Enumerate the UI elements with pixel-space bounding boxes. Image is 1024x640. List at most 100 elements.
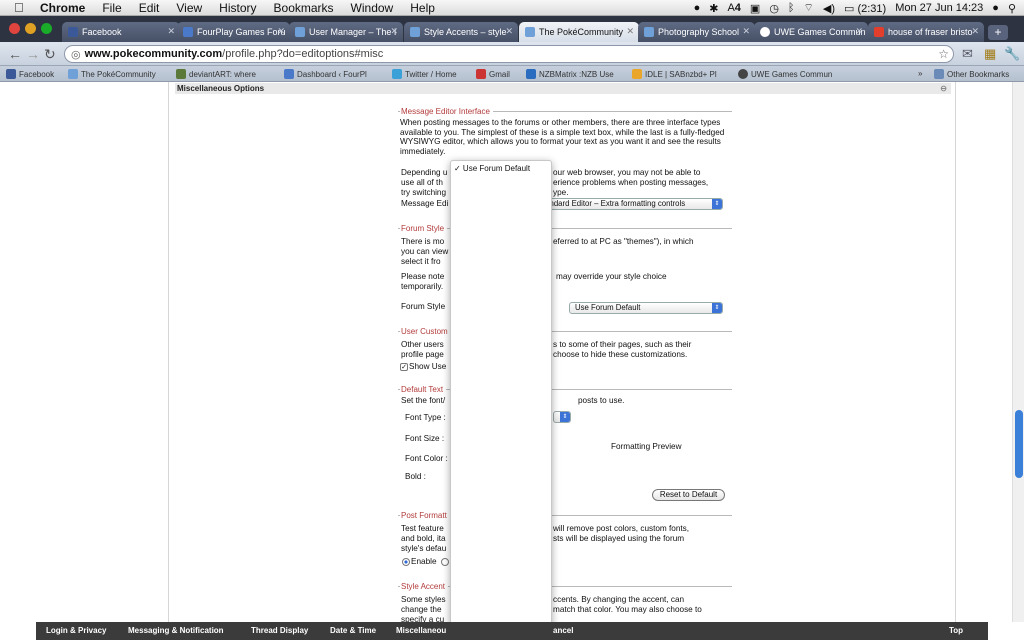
menu-file[interactable]: File [102, 1, 121, 15]
bookmarks-overflow[interactable]: » [918, 69, 922, 78]
wrench-icon[interactable]: 🔧 [1004, 46, 1020, 62]
gmail-extension-icon[interactable]: ✉ [962, 46, 973, 62]
text-fragment: match that color. You may also choose to [553, 605, 702, 614]
disable-radio[interactable] [440, 557, 449, 566]
tab-fourplay[interactable]: FourPlay Games Foru ✕ [177, 22, 290, 42]
tab-messaging-notification[interactable]: Messaging & Notification [128, 626, 224, 635]
bookmark-facebook[interactable]: Facebook [6, 69, 54, 79]
bookmark-deviantart[interactable]: deviantART: where [176, 69, 256, 79]
bookmark-label: UWE Games Commun [751, 69, 833, 79]
address-bar[interactable]: ◎ www.pokecommunity.com /profile.php?do=… [64, 45, 954, 63]
page-left-margin [0, 82, 168, 622]
page-icon: ◎ [71, 48, 81, 61]
show-customizations-checkbox[interactable]: ✓ [400, 362, 408, 371]
bookmarks-bar: Facebook The PokéCommunity deviantART: w… [0, 66, 1024, 82]
wifi-icon[interactable]: ⌔ [804, 1, 814, 15]
tab-house-of-fraser[interactable]: house of fraser bristo ✕ [868, 22, 984, 42]
close-tab-icon[interactable]: ✕ [505, 26, 513, 37]
bookmark-label: Other Bookmarks [947, 69, 1010, 79]
close-tab-icon[interactable]: ✕ [971, 26, 979, 37]
menu-view[interactable]: View [176, 1, 202, 15]
tab-pokecommunity[interactable]: The PokéCommunity ✕ [519, 22, 639, 42]
tab-user-manager[interactable]: User Manager – The I ✕ [289, 22, 403, 42]
forum-style-select[interactable]: Use Forum Default ⇕ [569, 302, 723, 314]
scrollbar-thumb[interactable] [1015, 410, 1023, 478]
tab-facebook[interactable]: Facebook ✕ [62, 22, 180, 42]
bookmark-label: Twitter / Home [405, 69, 457, 79]
bookmark-label: Gmail [489, 69, 510, 79]
bookmark-label: IDLE | SABnzbd+ Pl [645, 69, 717, 79]
user-icon[interactable]: ● [992, 2, 999, 14]
other-bookmarks[interactable]: Other Bookmarks [934, 69, 1009, 79]
enable-radio[interactable] [402, 557, 410, 566]
volume-icon[interactable]: ◀) [823, 2, 835, 15]
bookmark-twitter[interactable]: Twitter / Home [392, 69, 457, 79]
spotlight-icon[interactable]: ⚲ [1008, 2, 1016, 15]
tab-uwe-games[interactable]: UWE Games Commun ✕ [754, 22, 868, 42]
twitter-icon [392, 69, 402, 79]
close-tab-icon[interactable]: ✕ [626, 26, 634, 37]
bookmark-gmail[interactable]: Gmail [476, 69, 510, 79]
gear-icon[interactable]: ✱ [709, 2, 718, 15]
timemachine-icon[interactable]: ◷ [769, 2, 779, 15]
collapse-icon[interactable]: ⊖ [940, 83, 947, 94]
adobe-badge: 4 [734, 2, 741, 14]
close-window-icon[interactable] [9, 23, 20, 34]
menu-edit[interactable]: Edit [139, 1, 160, 15]
bookmark-label: Dashboard ‹ FourPl [297, 69, 367, 79]
menu-help[interactable]: Help [410, 1, 435, 15]
close-tab-icon[interactable]: ✕ [390, 26, 398, 37]
tab-miscellaneous[interactable]: Miscellaneou [396, 626, 446, 635]
extension-icon[interactable]: ▦ [984, 46, 996, 62]
checkbox-label: Show Use [409, 362, 447, 371]
clock[interactable]: Mon 27 Jun 14:23 [895, 2, 983, 14]
forum-style-dropdown-menu[interactable]: ✓ Use Forum Default [450, 160, 552, 630]
reload-icon[interactable]: ↻ [44, 46, 56, 63]
close-tab-icon[interactable]: ✕ [855, 26, 863, 37]
tab-date-time[interactable]: Date & Time [330, 626, 376, 635]
forward-icon[interactable]: → [26, 46, 40, 62]
top-link[interactable]: Top [949, 626, 963, 635]
bluetooth-icon[interactable]: ᛒ [788, 2, 795, 14]
tab-photography-school[interactable]: Photography School ✕ [638, 22, 755, 42]
tab-title: UWE Games Commun [774, 27, 866, 37]
skype-icon[interactable]: ● [694, 2, 701, 14]
message-editor-select[interactable]: tandard Editor – Extra formatting contro… [537, 198, 723, 210]
menu-bookmarks[interactable]: Bookmarks [274, 1, 334, 15]
tab-login-privacy[interactable]: Login & Privacy [46, 626, 106, 635]
back-icon[interactable]: ← [8, 46, 22, 62]
battery-icon[interactable]: ▭ (2:31) [844, 2, 886, 15]
folder-icon [934, 69, 944, 79]
page-scrollbar[interactable] [1012, 82, 1024, 622]
apple-icon[interactable]:  [14, 0, 30, 15]
bookmark-dashboard[interactable]: Dashboard ‹ FourPl [284, 69, 367, 79]
menu-chrome[interactable]: Chrome [40, 1, 85, 15]
close-tab-icon[interactable]: ✕ [167, 26, 175, 37]
bookmark-star-icon[interactable]: ☆ [938, 47, 949, 61]
bookmark-pokecommunity[interactable]: The PokéCommunity [68, 69, 156, 79]
tab-style-accents[interactable]: Style Accents – style ✕ [404, 22, 518, 42]
calendar-icon[interactable]: ▣ [750, 2, 760, 15]
show-customizations-checkbox-row[interactable]: ✓ Show Use [400, 362, 446, 371]
legend-user-customizations: User Custom [398, 327, 732, 336]
deviantart-icon [176, 69, 186, 79]
minimize-window-icon[interactable] [25, 23, 36, 34]
menu-history[interactable]: History [219, 1, 256, 15]
enable-radio-row[interactable]: Enable [402, 557, 450, 566]
bookmark-nzbmatrix[interactable]: NZBMatrix :NZB Use [526, 69, 614, 79]
reset-to-default-button[interactable]: Reset to Default [652, 489, 725, 501]
tab-thread-display[interactable]: Thread Display [251, 626, 308, 635]
bookmark-sabnzbd[interactable]: IDLE | SABnzbd+ Pl [632, 69, 717, 79]
new-tab-button[interactable]: + [988, 25, 1008, 40]
pokecommunity-icon [525, 27, 535, 37]
adobe-icon[interactable]: A4 [727, 2, 740, 14]
dropdown-option-use-forum-default[interactable]: ✓ Use Forum Default [454, 164, 530, 173]
tab-cancel[interactable]: ancel [553, 626, 573, 635]
menu-window[interactable]: Window [351, 1, 394, 15]
select-value: Use Forum Default [575, 303, 641, 312]
close-tab-icon[interactable]: ✕ [742, 26, 750, 37]
close-tab-icon[interactable]: ✕ [277, 26, 285, 37]
bookmark-uwe-games[interactable]: UWE Games Commun [738, 69, 832, 79]
font-type-select[interactable]: ⇕ [553, 411, 571, 423]
zoom-window-icon[interactable] [41, 23, 52, 34]
